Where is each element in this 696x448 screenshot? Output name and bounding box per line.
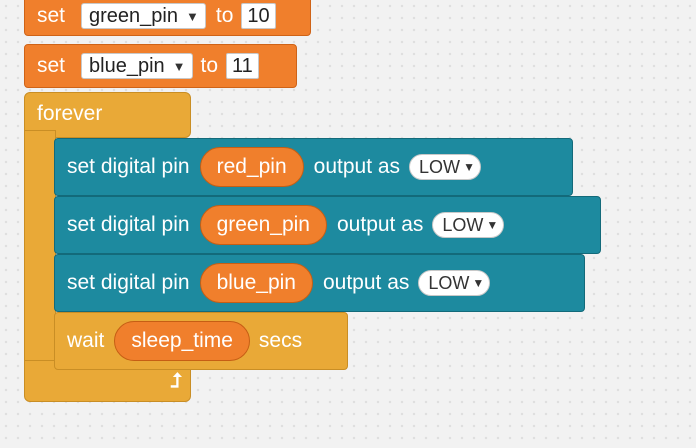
block-label: set digital pin	[67, 155, 190, 178]
forever-arm	[24, 130, 56, 364]
value-input[interactable]: 11	[226, 53, 259, 79]
wait-label: wait	[67, 329, 105, 352]
wait-block[interactable]: wait sleep_time secs	[54, 312, 348, 370]
loop-arrow-icon: ⮥	[170, 370, 182, 392]
pin-variable[interactable]: green_pin	[199, 205, 327, 245]
variable-dropdown[interactable]: blue_pin ▼	[81, 53, 193, 79]
pin-variable[interactable]: blue_pin	[199, 263, 313, 303]
block-label: set digital pin	[67, 271, 190, 294]
set-label: set	[37, 54, 66, 77]
sleep-time-variable[interactable]: sleep_time	[114, 321, 250, 361]
set-digital-pin-block[interactable]: set digital pin red_pin output as LOW ▼	[54, 138, 573, 196]
level-dropdown[interactable]: LOW ▼	[418, 270, 491, 296]
caret-down-icon: ▼	[463, 160, 475, 174]
output-label: output as	[322, 271, 410, 294]
variable-name: blue_pin	[89, 54, 165, 77]
level-value: LOW	[419, 156, 461, 177]
block-label: set digital pin	[67, 213, 190, 236]
set-green-pin-block[interactable]: set green_pin ▼ to 10	[24, 0, 311, 36]
level-dropdown[interactable]: LOW ▼	[432, 212, 505, 238]
variable-dropdown[interactable]: green_pin ▼	[81, 3, 206, 29]
caret-down-icon: ▼	[486, 218, 499, 232]
to-label: to	[215, 4, 234, 27]
caret-down-icon: ▼	[185, 8, 199, 24]
set-digital-pin-block[interactable]: set digital pin green_pin output as LOW …	[54, 196, 601, 254]
level-dropdown[interactable]: LOW ▼	[409, 154, 481, 180]
value-input[interactable]: 10	[241, 3, 276, 29]
set-label: set	[37, 4, 66, 27]
output-label: output as	[313, 155, 401, 178]
set-digital-pin-block[interactable]: set digital pin blue_pin output as LOW ▼	[54, 254, 585, 312]
pin-variable[interactable]: red_pin	[199, 147, 304, 187]
level-value: LOW	[442, 214, 484, 235]
caret-down-icon: ▼	[472, 276, 485, 290]
set-blue-pin-block[interactable]: set blue_pin ▼ to 11	[24, 44, 297, 88]
variable-name: green_pin	[89, 4, 178, 27]
caret-down-icon: ▼	[172, 58, 186, 74]
output-label: output as	[337, 213, 424, 236]
secs-label: secs	[258, 329, 303, 352]
level-value: LOW	[428, 272, 470, 293]
forever-label: forever	[37, 102, 103, 125]
to-label: to	[200, 54, 219, 77]
